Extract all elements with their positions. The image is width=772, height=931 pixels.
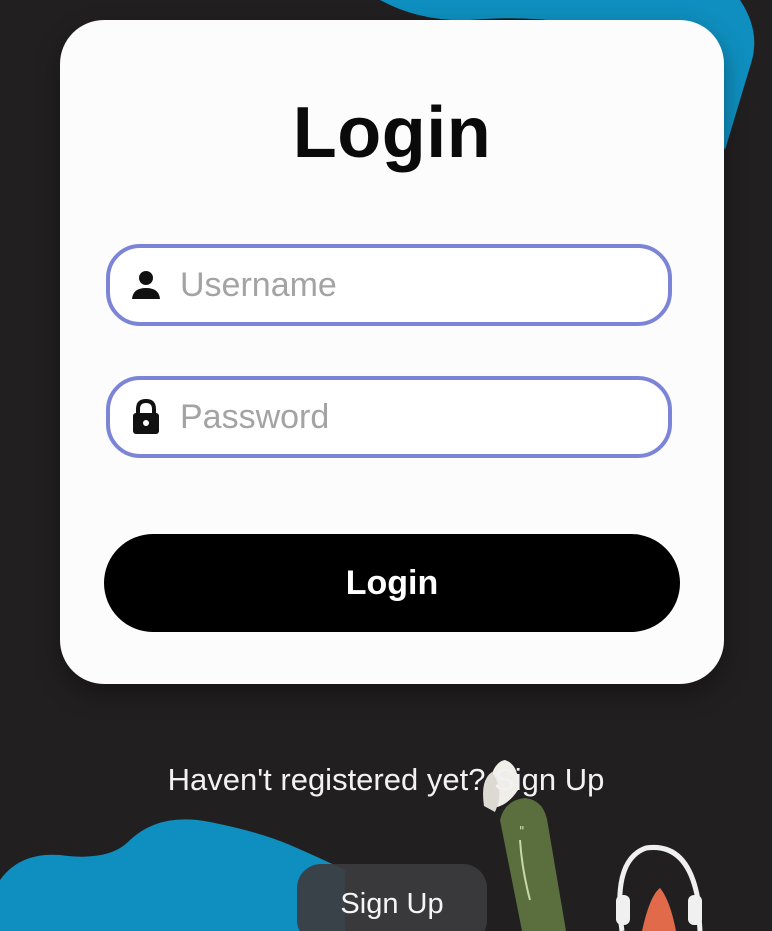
- register-prompt: Haven't registered yet? Sign Up: [0, 762, 772, 798]
- login-card: Login Login: [60, 20, 724, 684]
- login-screen: Login Login: [0, 0, 772, 931]
- register-prompt-text: Haven't registered yet?: [167, 762, 495, 797]
- sign-up-link[interactable]: Sign Up: [494, 762, 604, 797]
- login-title: Login: [292, 93, 492, 173]
- person-icon: [128, 267, 164, 303]
- username-input[interactable]: [180, 265, 640, 305]
- password-field[interactable]: [106, 376, 672, 458]
- lock-icon: [128, 399, 164, 435]
- password-input[interactable]: [180, 397, 640, 437]
- sign-up-button[interactable]: Sign Up: [297, 864, 487, 931]
- username-field[interactable]: [106, 244, 672, 326]
- login-button[interactable]: Login: [104, 534, 680, 632]
- bottom-left-wave: [0, 819, 345, 931]
